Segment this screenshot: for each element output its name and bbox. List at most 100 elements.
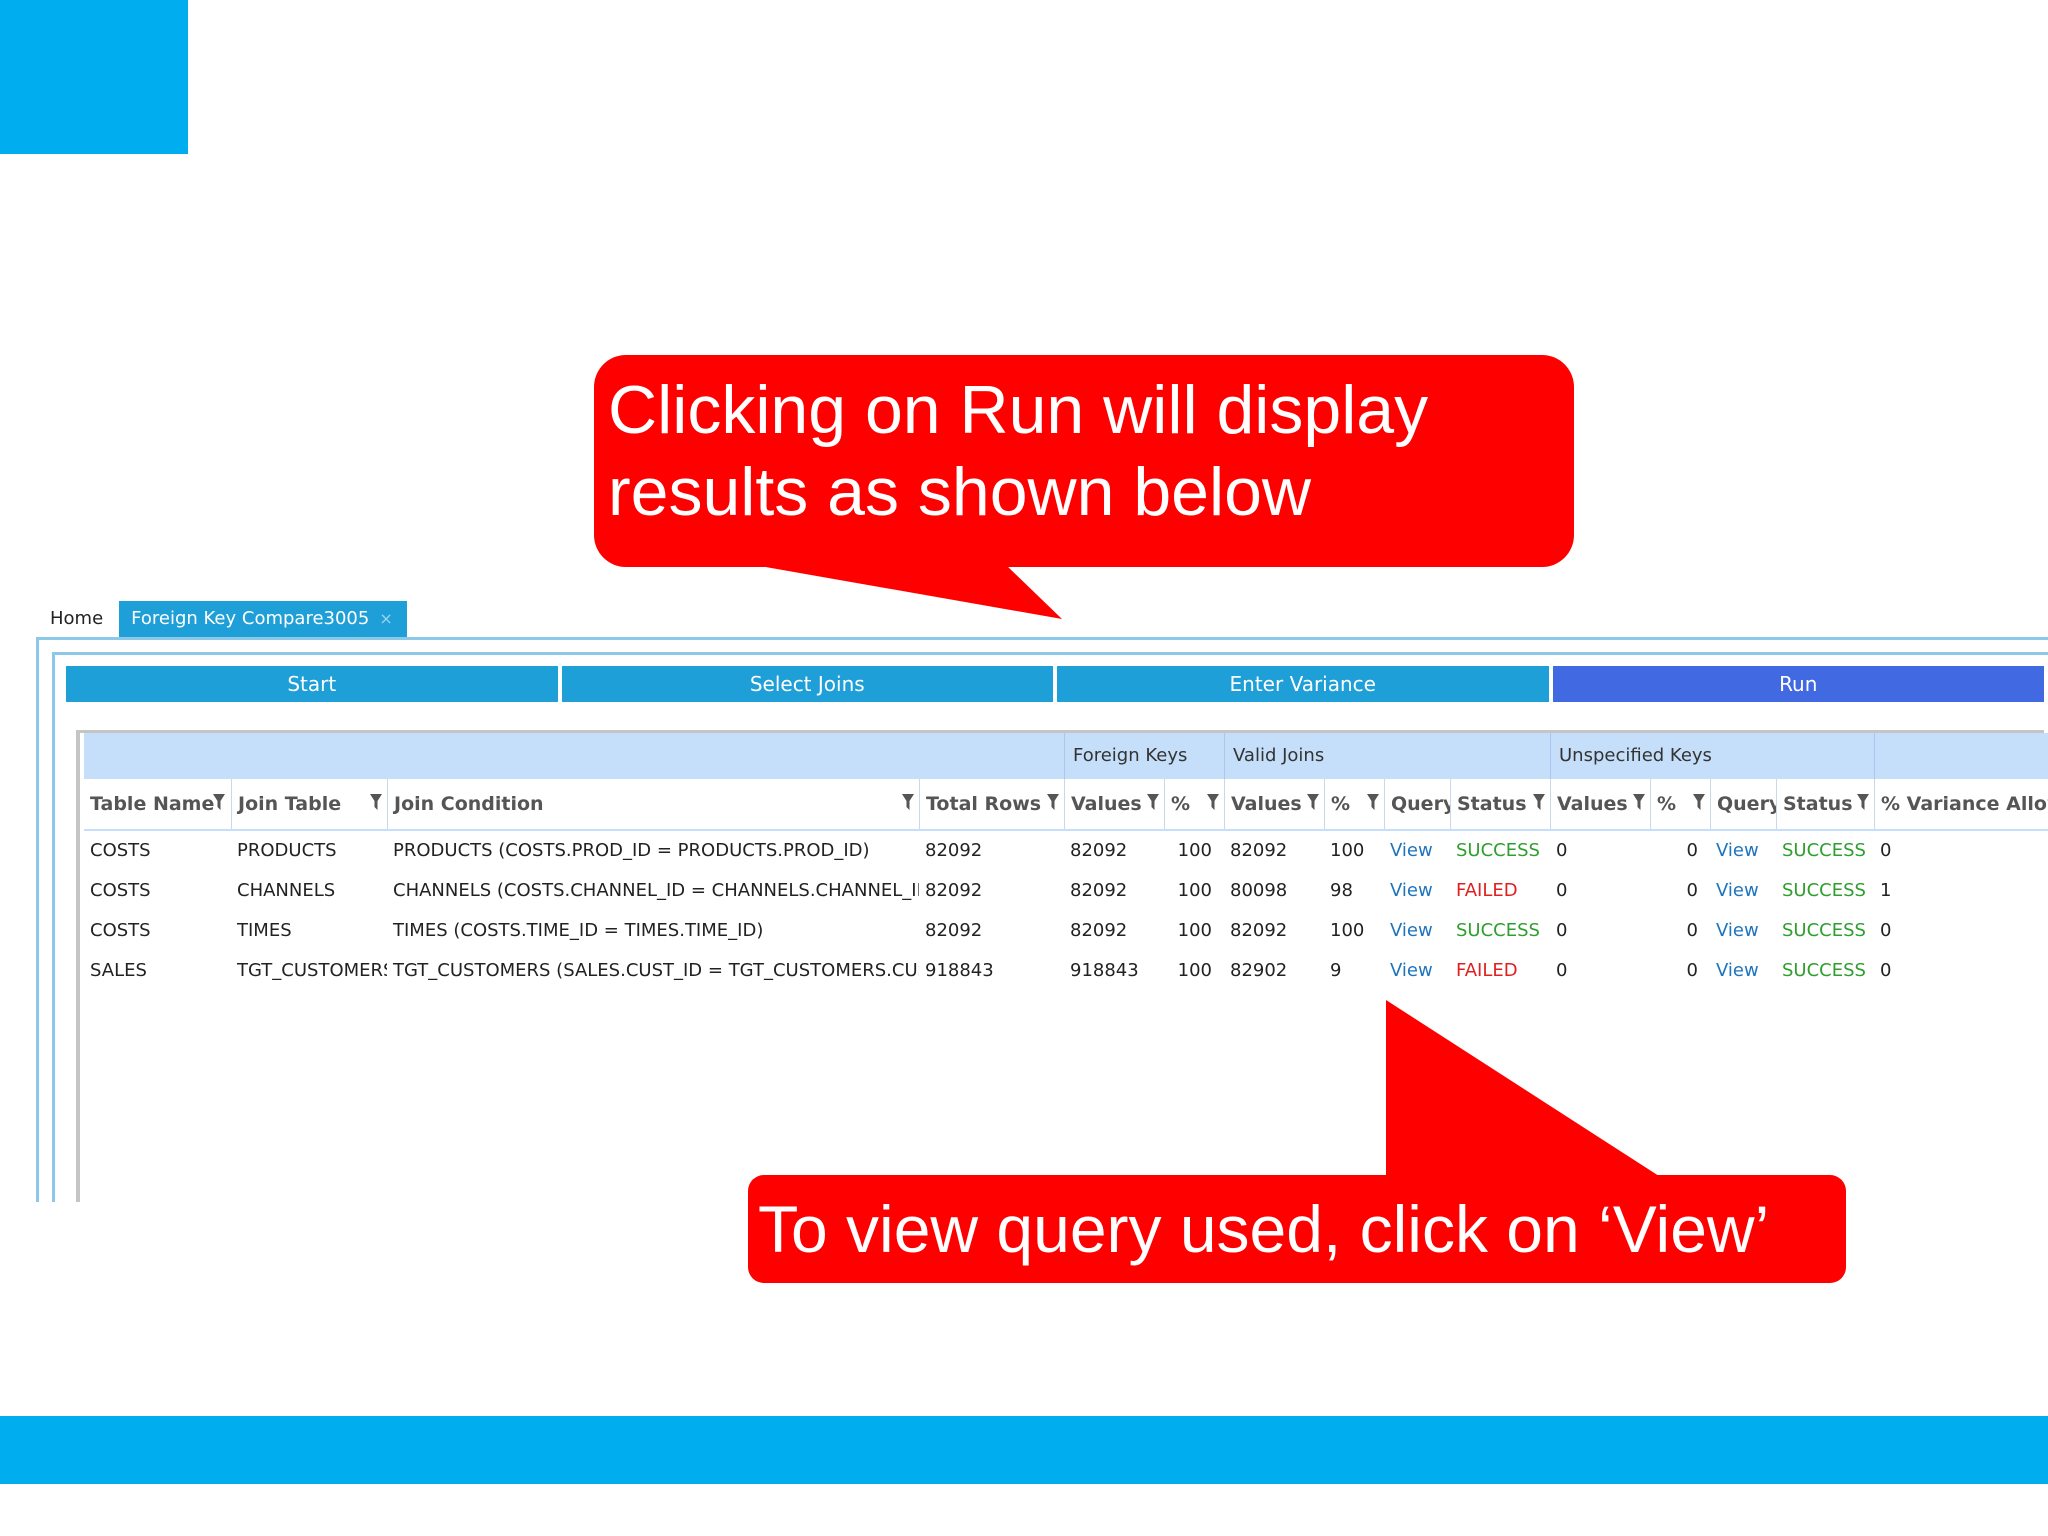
cell-vj-pct: 9 [1330, 960, 1342, 981]
filter-icon[interactable] [213, 792, 225, 812]
column-header-label: Join Condition [394, 793, 544, 815]
column-header-label: Query [1391, 793, 1450, 815]
cell-total-rows: 918843 [925, 960, 994, 981]
table-row[interactable]: SALES TGT_CUSTOMERS TGT_CUSTOMERS (SALES.C… [84, 951, 2048, 991]
cell-uk-values: 0 [1556, 880, 1568, 901]
cell-variance: 0 [1880, 840, 1892, 861]
column-header-label: Total Rows [926, 793, 1042, 815]
callout-top-text: Clicking on Run will display results as … [608, 369, 1428, 533]
cell-vj-pct: 100 [1330, 840, 1365, 861]
column-header-join-table[interactable]: Join Table [231, 779, 387, 829]
column-header-uk-query[interactable]: Query [1710, 779, 1776, 829]
callout-top-line2: results as shown below [608, 454, 1312, 530]
filter-icon[interactable] [1633, 792, 1645, 812]
step-run-button[interactable]: Run [1552, 666, 2044, 702]
cell-uk-status: SUCCESS [1782, 880, 1866, 901]
cell-fk-values: 82092 [1070, 920, 1128, 941]
column-header-label: % [1331, 793, 1351, 815]
close-icon[interactable]: × [379, 611, 392, 627]
cell-uk-pct: 0 [1686, 840, 1698, 861]
cell-variance: 0 [1880, 920, 1892, 941]
filter-icon[interactable] [1207, 792, 1219, 812]
column-header-total-rows[interactable]: Total Rows [919, 779, 1064, 829]
column-header-uk-values[interactable]: Values [1550, 779, 1650, 829]
callout-top-line1: Clicking on Run will display [608, 372, 1429, 448]
view-query-link[interactable]: View [1710, 831, 1776, 871]
filter-icon[interactable] [1693, 792, 1705, 812]
cell-uk-pct: 0 [1686, 920, 1698, 941]
filter-icon[interactable] [902, 792, 914, 812]
column-header-variance[interactable]: % Variance Allowed [1874, 779, 2048, 829]
tab-foreign-key-compare[interactable]: Foreign Key Compare3005 × [119, 601, 407, 637]
column-header-vj-values[interactable]: Values [1224, 779, 1324, 829]
cell-uk-pct: 0 [1686, 880, 1698, 901]
view-query-link[interactable]: View [1710, 871, 1776, 911]
column-header-label: Table Name [90, 793, 215, 815]
filter-icon[interactable] [1047, 792, 1059, 812]
filter-icon[interactable] [1147, 792, 1159, 812]
group-unspecified-keys: Unspecified Keys [1550, 733, 1874, 779]
cell-join-condition: PRODUCTS (COSTS.PROD_ID = PRODUCTS.PROD_… [393, 840, 870, 861]
column-header-vj-pct[interactable]: % [1324, 779, 1384, 829]
column-header-fk-values[interactable]: Values [1064, 779, 1164, 829]
cell-vj-status: FAILED [1456, 880, 1518, 901]
table-row[interactable]: COSTS CHANNELS CHANNELS (COSTS.CHANNEL_ID … [84, 871, 2048, 911]
view-query-link[interactable]: View [1384, 831, 1450, 871]
view-query-link[interactable]: View [1710, 951, 1776, 991]
cell-table-name: COSTS [90, 840, 151, 861]
column-header-label: Join Table [238, 793, 342, 815]
step-start-button[interactable]: Start [66, 666, 558, 702]
step-enter-variance-button[interactable]: Enter Variance [1057, 666, 1549, 702]
column-header-label: Status [1783, 793, 1853, 815]
tab-home[interactable]: Home [36, 601, 117, 637]
cell-vj-pct: 100 [1330, 920, 1365, 941]
wizard-steps: Start Select Joins Enter Variance Run [66, 666, 2044, 702]
column-header-vj-status[interactable]: Status [1450, 779, 1550, 829]
column-header-label: Values [1557, 793, 1628, 815]
filter-icon[interactable] [1533, 792, 1545, 812]
view-query-link[interactable]: View [1384, 951, 1450, 991]
cell-total-rows: 82092 [925, 880, 983, 901]
column-header-label: Query [1717, 793, 1776, 815]
column-header-join-condition[interactable]: Join Condition [387, 779, 919, 829]
cell-join-condition: CHANNELS (COSTS.CHANNEL_ID = CHANNELS.CH… [393, 880, 919, 901]
column-header-fk-pct[interactable]: % [1164, 779, 1224, 829]
cell-table-name: COSTS [90, 920, 151, 941]
cell-fk-pct: 100 [1177, 840, 1212, 861]
view-query-link[interactable]: View [1384, 911, 1450, 951]
cell-variance: 1 [1880, 880, 1892, 901]
filter-icon[interactable] [370, 792, 382, 812]
group-variance [1874, 733, 2048, 779]
cell-vj-status: FAILED [1456, 960, 1518, 981]
tab-bar: Home Foreign Key Compare3005 × [36, 601, 407, 637]
cell-uk-pct: 0 [1686, 960, 1698, 981]
cell-join-table: PRODUCTS [237, 840, 337, 861]
table-row[interactable]: COSTS PRODUCTS PRODUCTS (COSTS.PROD_ID = P… [84, 831, 2048, 871]
filter-icon[interactable] [1857, 792, 1869, 812]
column-header-uk-pct[interactable]: % [1650, 779, 1710, 829]
cell-uk-status: SUCCESS [1782, 840, 1866, 861]
cell-vj-values: 82092 [1230, 840, 1288, 861]
step-select-joins-button[interactable]: Select Joins [561, 666, 1053, 702]
column-header-vj-query[interactable]: Query [1384, 779, 1450, 829]
cell-vj-values: 80098 [1230, 880, 1288, 901]
cell-vj-pct: 98 [1330, 880, 1353, 901]
column-header-table-name[interactable]: Table Name [84, 779, 231, 829]
tab-label: Foreign Key Compare3005 [131, 608, 370, 629]
column-header-uk-status[interactable]: Status [1776, 779, 1874, 829]
filter-icon[interactable] [1367, 792, 1379, 812]
footer-brand-bar [0, 1416, 2048, 1484]
view-query-link[interactable]: View [1384, 871, 1450, 911]
cell-fk-pct: 100 [1177, 960, 1212, 981]
view-query-link[interactable]: View [1710, 911, 1776, 951]
column-header-label: Values [1071, 793, 1142, 815]
filter-icon[interactable] [1307, 792, 1319, 812]
grid-column-header: Table Name Join Table Join Condition Total … [84, 779, 2048, 831]
column-header-label: Status [1457, 793, 1527, 815]
table-row[interactable]: COSTS TIMES TIMES (COSTS.TIME_ID = TIMES.T… [84, 911, 2048, 951]
cell-table-name: COSTS [90, 880, 151, 901]
group-valid-joins: Valid Joins [1224, 733, 1550, 779]
cell-fk-values: 82092 [1070, 840, 1128, 861]
callout-bottom-text: To view query used, click on ‘View’ [758, 1192, 1770, 1266]
cell-join-condition: TGT_CUSTOMERS (SALES.CUST_ID = TGT_CUSTO… [393, 960, 919, 981]
